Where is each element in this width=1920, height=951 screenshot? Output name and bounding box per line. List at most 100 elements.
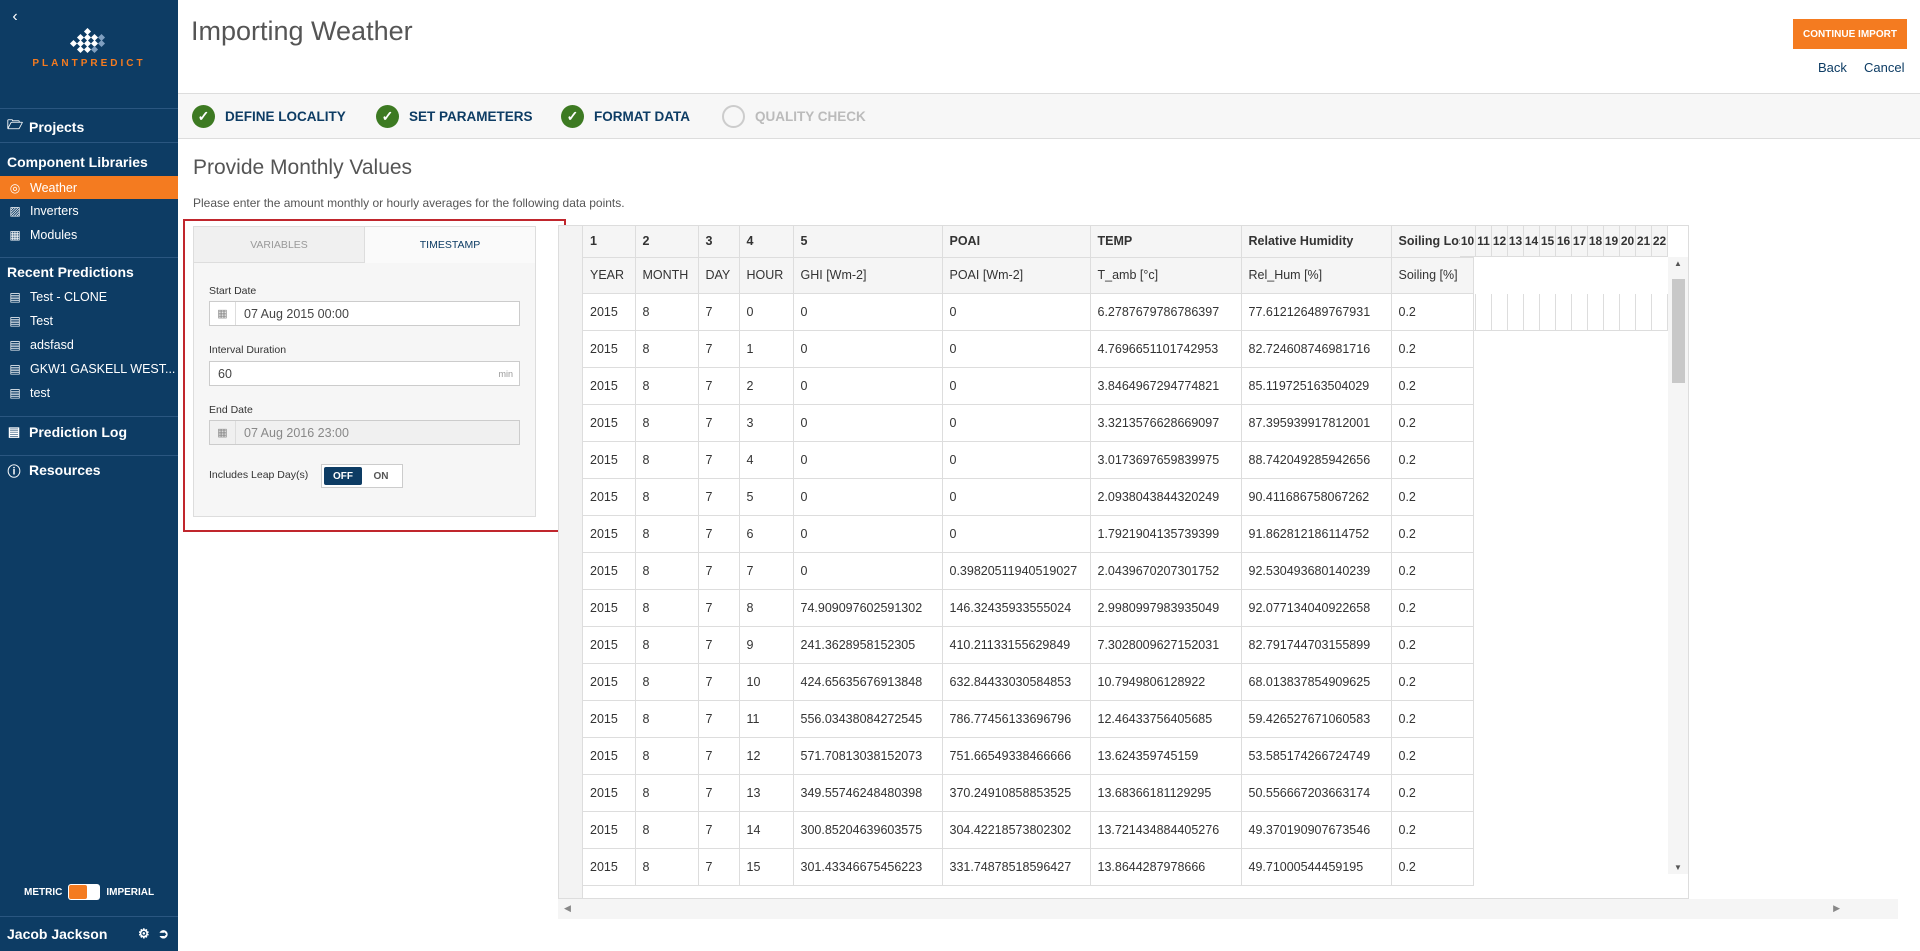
table-cell[interactable]: 2015	[583, 774, 636, 812]
table-cell[interactable]: 2015	[583, 552, 636, 590]
table-cell[interactable]: 4.7696651101742953	[1090, 330, 1242, 368]
column-index-header[interactable]: 2	[635, 226, 699, 258]
vertical-scrollbar[interactable]: ▲ ▼	[1668, 257, 1688, 874]
extra-column-cell[interactable]	[1476, 294, 1492, 331]
table-cell[interactable]: 2.9980997983935049	[1090, 589, 1242, 627]
table-cell[interactable]: 8	[635, 478, 699, 516]
column-index-header[interactable]: 4	[739, 226, 794, 258]
extra-column-header[interactable]: 11	[1476, 226, 1492, 257]
extra-column-cell[interactable]	[1556, 294, 1572, 331]
extra-column-header[interactable]: 17	[1572, 226, 1588, 257]
sidebar-item-modules[interactable]: ▦ Modules	[0, 223, 178, 246]
table-cell[interactable]: 49.71000544459195	[1241, 848, 1392, 886]
extra-column-cell[interactable]	[1460, 294, 1476, 331]
table-cell[interactable]: 49.370190907673546	[1241, 811, 1392, 849]
table-cell[interactable]: 14	[739, 811, 794, 849]
extra-column-cell[interactable]	[1588, 294, 1604, 331]
table-cell[interactable]: 2015	[583, 737, 636, 775]
scroll-up-icon[interactable]: ▲	[1668, 259, 1688, 268]
table-cell[interactable]: 0.2	[1391, 774, 1474, 812]
table-cell[interactable]: 85.119725163504029	[1241, 367, 1392, 405]
tab-timestamp[interactable]: TIMESTAMP	[364, 227, 535, 263]
table-cell[interactable]: 82.791744703155899	[1241, 626, 1392, 664]
table-cell[interactable]: 7	[698, 330, 740, 368]
extra-column-cell[interactable]	[1540, 294, 1556, 331]
table-cell[interactable]: 0	[942, 441, 1091, 479]
table-cell[interactable]: 7.3028009627152031	[1090, 626, 1242, 664]
table-cell[interactable]: 88.742049285942656	[1241, 441, 1392, 479]
table-cell[interactable]: 68.013837854909625	[1241, 663, 1392, 701]
column-name-header[interactable]: DAY	[698, 257, 740, 294]
table-cell[interactable]: 7	[698, 589, 740, 627]
table-cell[interactable]: 304.42218573802302	[942, 811, 1091, 849]
table-cell[interactable]: 8	[635, 626, 699, 664]
extra-column-cell[interactable]	[1508, 294, 1524, 331]
extra-column-header[interactable]: 15	[1540, 226, 1556, 257]
table-cell[interactable]: 4	[739, 441, 794, 479]
table-cell[interactable]: 0.2	[1391, 515, 1474, 553]
table-cell[interactable]: 13.721434884405276	[1090, 811, 1242, 849]
table-cell[interactable]: 90.411686758067262	[1241, 478, 1392, 516]
nav-resources[interactable]: ⓘ Resources	[0, 456, 178, 484]
sidebar-item-weather[interactable]: ◎ Weather	[0, 176, 178, 199]
table-cell[interactable]: 8	[635, 774, 699, 812]
table-cell[interactable]: 8	[635, 441, 699, 479]
table-cell[interactable]: 7	[698, 478, 740, 516]
scroll-down-icon[interactable]: ▼	[1668, 863, 1688, 872]
table-cell[interactable]: 82.724608746981716	[1241, 330, 1392, 368]
table-cell[interactable]: 6	[739, 515, 794, 553]
table-cell[interactable]: 331.74878518596427	[942, 848, 1091, 886]
extra-column-header[interactable]: 16	[1556, 226, 1572, 257]
recent-prediction-item[interactable]: ▤ test	[0, 381, 178, 404]
table-cell[interactable]: 3.0173697659839975	[1090, 441, 1242, 479]
table-cell[interactable]: 0.2	[1391, 848, 1474, 886]
table-cell[interactable]: 59.426527671060583	[1241, 700, 1392, 738]
table-cell[interactable]: 0	[942, 293, 1091, 331]
table-cell[interactable]: 2015	[583, 367, 636, 405]
table-cell[interactable]: 2.0938043844320249	[1090, 478, 1242, 516]
extra-column-header[interactable]: 13	[1508, 226, 1524, 257]
table-cell[interactable]: 571.70813038152073	[793, 737, 943, 775]
table-cell[interactable]: 3	[739, 404, 794, 442]
table-cell[interactable]: 0	[739, 293, 794, 331]
table-cell[interactable]: 2015	[583, 589, 636, 627]
table-cell[interactable]: 7	[698, 552, 740, 590]
table-cell[interactable]: 2015	[583, 441, 636, 479]
table-cell[interactable]: 0	[793, 330, 943, 368]
table-cell[interactable]: 8	[635, 737, 699, 775]
table-cell[interactable]: 0.2	[1391, 737, 1474, 775]
recent-prediction-item[interactable]: ▤ GKW1 GASKELL WEST...	[0, 357, 178, 380]
extra-column-cell[interactable]	[1620, 294, 1636, 331]
step-quality-check[interactable]: QUALITY CHECK	[722, 105, 866, 128]
table-cell[interactable]: 10	[739, 663, 794, 701]
table-cell[interactable]: 0	[793, 404, 943, 442]
column-name-header[interactable]: MONTH	[635, 257, 699, 294]
table-cell[interactable]: 0.2	[1391, 811, 1474, 849]
table-cell[interactable]: 0.2	[1391, 626, 1474, 664]
table-cell[interactable]: 0	[942, 515, 1091, 553]
table-cell[interactable]: 8	[635, 589, 699, 627]
table-cell[interactable]: 2015	[583, 330, 636, 368]
table-cell[interactable]: 12.46433756405685	[1090, 700, 1242, 738]
leap-on-option[interactable]: ON	[362, 467, 400, 485]
table-cell[interactable]: 13.624359745159	[1090, 737, 1242, 775]
column-index-header[interactable]: 5	[793, 226, 943, 258]
table-cell[interactable]: 0	[942, 367, 1091, 405]
table-cell[interactable]: 424.65635676913848	[793, 663, 943, 701]
table-cell[interactable]: 0	[793, 441, 943, 479]
table-cell[interactable]: 7	[698, 663, 740, 701]
table-cell[interactable]: 3.8464967294774821	[1090, 367, 1242, 405]
table-cell[interactable]: 92.530493680140239	[1241, 552, 1392, 590]
table-cell[interactable]: 74.909097602591302	[793, 589, 943, 627]
table-cell[interactable]: 7	[698, 441, 740, 479]
table-cell[interactable]: 7	[698, 626, 740, 664]
leap-off-option[interactable]: OFF	[324, 467, 362, 485]
table-cell[interactable]: 6.2787679786786397	[1090, 293, 1242, 331]
extra-column-header[interactable]: 18	[1588, 226, 1604, 257]
table-cell[interactable]: 91.862812186114752	[1241, 515, 1392, 553]
table-cell[interactable]: 0	[793, 367, 943, 405]
step-define-locality[interactable]: ✓ DEFINE LOCALITY	[192, 105, 346, 128]
table-cell[interactable]: 7	[698, 848, 740, 886]
table-cell[interactable]: 2015	[583, 700, 636, 738]
table-cell[interactable]: 8	[635, 848, 699, 886]
